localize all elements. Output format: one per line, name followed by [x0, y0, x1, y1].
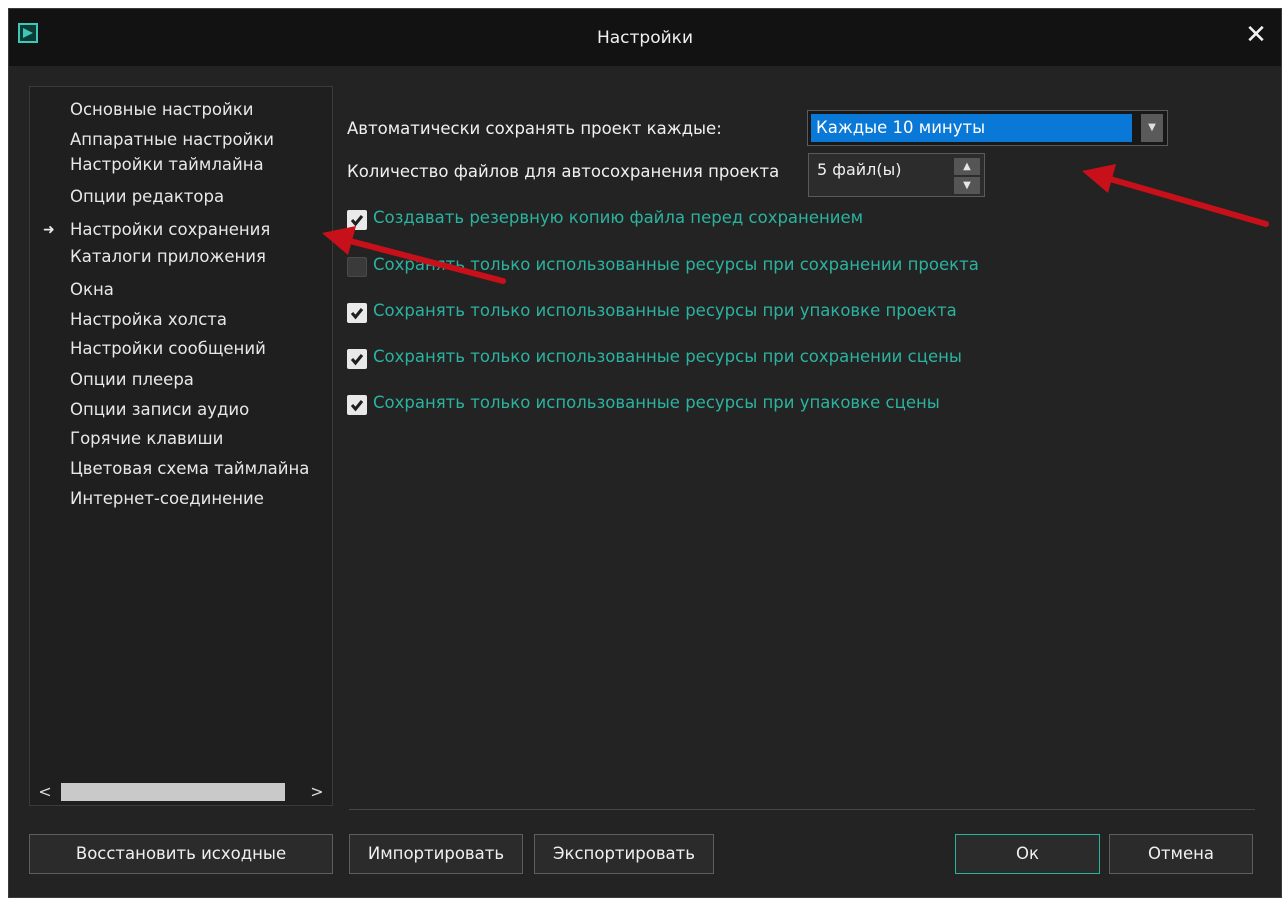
checkmark-icon[interactable]: [347, 349, 367, 369]
settings-category-list: ➜ Основные настройки Аппаратные настройк…: [29, 86, 333, 806]
sidebar-item-audio-recording[interactable]: Опции записи аудио: [70, 398, 249, 422]
unchecked-box-icon[interactable]: [347, 257, 367, 277]
chevron-left-icon[interactable]: <: [33, 780, 57, 804]
cancel-button[interactable]: Отмена: [1109, 834, 1253, 874]
chevron-down-icon[interactable]: ▼: [1141, 114, 1163, 142]
sidebar-item-internet[interactable]: Интернет-соединение: [70, 487, 264, 511]
checkmark-icon[interactable]: [347, 303, 367, 323]
sidebar-item-app-folders[interactable]: Каталоги приложения: [70, 245, 266, 269]
horizontal-scrollbar[interactable]: < >: [31, 780, 331, 804]
used-resources-scene-save-label: Сохранять только использованные ресурсы …: [373, 347, 962, 366]
autosave-files-label: Количество файлов для автосохранения про…: [347, 162, 780, 181]
sidebar-item-timeline-colors[interactable]: Цветовая схема таймлайна: [70, 457, 309, 481]
sidebar-item-messages[interactable]: Настройки сообщений: [70, 337, 266, 361]
sidebar-item-windows[interactable]: Окна: [70, 278, 114, 302]
export-button[interactable]: Экспортировать: [534, 834, 714, 874]
used-resources-project-save-label: Сохранять только использованные ресурсы …: [373, 255, 979, 274]
sidebar-item-timeline[interactable]: Настройки таймлайна: [70, 153, 264, 177]
ok-button[interactable]: Ок: [955, 834, 1100, 874]
checkmark-icon[interactable]: [347, 210, 367, 230]
sidebar-item-canvas[interactable]: Настройка холста: [70, 308, 227, 332]
checkmark-icon[interactable]: [347, 395, 367, 415]
sidebar-item-editor[interactable]: Опции редактора: [70, 185, 224, 209]
sidebar-item-player[interactable]: Опции плеера: [70, 368, 194, 392]
sidebar-item-hardware[interactable]: Аппаратные настройки: [70, 128, 274, 152]
used-resources-scene-pack-label: Сохранять только использованные ресурсы …: [373, 393, 940, 412]
chevron-right-icon[interactable]: >: [305, 780, 329, 804]
scrollbar-thumb[interactable]: [61, 783, 285, 801]
import-button[interactable]: Импортировать: [349, 834, 523, 874]
backup-before-save-label: Создавать резервную копию файла перед со…: [373, 208, 864, 227]
autosave-files-value: 5 файл(ы): [817, 160, 902, 179]
autosave-interval-select[interactable]: Каждые 10 минуты ▼: [807, 110, 1168, 146]
footer-divider: [349, 809, 1255, 810]
used-resources-project-pack-label: Сохранять только использованные ресурсы …: [373, 301, 957, 320]
autosave-interval-label: Автоматически сохранять проект каждые:: [347, 119, 722, 138]
restore-defaults-button[interactable]: Восстановить исходные: [29, 834, 333, 874]
title-bar: Настройки ✕: [9, 9, 1281, 66]
autosave-files-stepper[interactable]: 5 файл(ы) ▲ ▼: [808, 153, 985, 197]
close-icon[interactable]: ✕: [1241, 20, 1271, 50]
sidebar-item-general[interactable]: Основные настройки: [70, 98, 253, 122]
autosave-interval-value: Каждые 10 минуты: [811, 114, 1132, 142]
arrow-right-icon: ➜: [43, 222, 55, 238]
sidebar-item-saving[interactable]: Настройки сохранения: [70, 218, 270, 242]
sidebar-item-hotkeys[interactable]: Горячие клавиши: [70, 427, 223, 451]
triangle-up-icon[interactable]: ▲: [954, 158, 980, 175]
settings-dialog: Настройки ✕ ➜ Основные настройки Аппарат…: [8, 8, 1282, 898]
triangle-down-icon[interactable]: ▼: [954, 177, 980, 194]
window-title: Настройки: [596, 28, 693, 48]
